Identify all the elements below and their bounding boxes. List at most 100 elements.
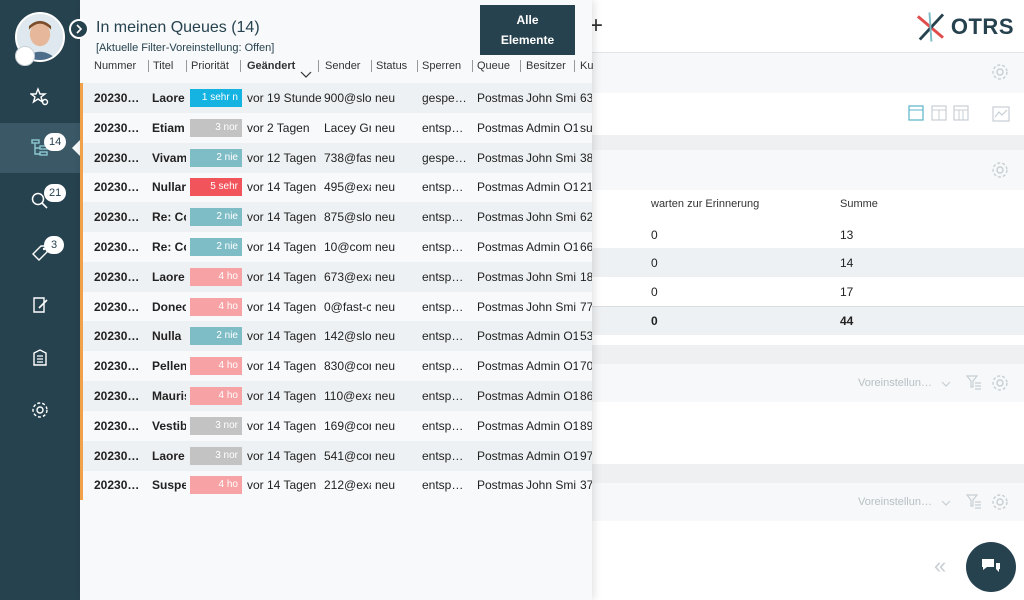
owner: Admin O1 [526,448,578,463]
widget-three-body [592,521,1024,600]
ticket-title: Vivam [152,150,186,165]
customer: 66 [580,240,592,254]
filter-icon[interactable] [965,374,983,392]
column-header[interactable]: Titel [153,60,173,72]
table-row[interactable]: 20230… Laore vor 19 Stunde 900@slo neu gespe…… [80,83,592,113]
collapse-panel-button[interactable] [69,19,89,39]
sidebar-item-customers[interactable] [0,333,80,383]
table-row[interactable]: 20230… Etiam vor 2 Tagen Lacey Gr neu entsp… P… [80,112,592,143]
column-separator [417,60,418,72]
column-header[interactable]: Priorität [191,60,229,72]
stats-header-sum: Summe [840,198,878,210]
row-accent-stripe [80,321,83,352]
double-chevron-left-icon[interactable]: « [934,553,946,579]
table-row[interactable]: 20230… Suspe vor 14 Tagen 212@exa neu entsp… P… [80,470,592,501]
row-accent-stripe [80,291,83,322]
filter-preset-label: [Aktuelle Filter-Voreinstellung: Offen] [96,42,275,54]
table-row[interactable]: 20230… Laore vor 14 Tagen 673@exa neu entsp… P… [80,261,592,292]
widget-three-gear-icon[interactable] [991,493,1009,511]
layout-two-icon[interactable] [931,105,947,121]
column-header[interactable]: Geändert [247,60,295,72]
preset-dropdown-2[interactable]: Voreinstellun… [858,496,932,508]
search-count-badge: 21 [44,184,67,202]
lock-state: entsp… [422,448,464,463]
sidebar-item-admin[interactable] [0,385,80,435]
column-separator [520,60,521,72]
table-row[interactable]: 20230… Pellen vor 14 Tagen 830@cor neu entsp…… [80,351,592,382]
chart-icon[interactable] [992,106,1010,122]
stats-header-reminder: warten zur Erinnerung [651,198,760,210]
table-row[interactable]: 20230… Donec vor 14 Tagen 0@fast-c neu entsp…… [80,291,592,322]
sort-chevron-down-icon [298,65,312,83]
table-row[interactable]: 20230… Vivam vor 12 Tagen 738@fas neu gespe… P… [80,142,592,173]
sender: 495@exa [324,180,371,195]
owner: Admin O1 [526,389,578,403]
queue: Postmas [477,210,523,225]
column-header[interactable]: Status [376,60,407,72]
sidebar-item-favorites[interactable] [0,72,80,122]
filter-icon[interactable] [965,493,983,511]
settings-gear-icon[interactable] [991,63,1009,81]
customer: 70 [580,359,592,374]
row-accent-stripe [80,440,83,471]
owner: Admin O1 [526,240,578,254]
changed-time: vor 14 Tagen [247,359,317,374]
left-sidebar: 14 21 3 [0,0,80,600]
queue: Postmas [477,359,523,374]
layout-three-icon[interactable] [953,105,969,121]
queue-overlay-panel: In meinen Queues (14) [Aktuelle Filter-V… [80,0,593,600]
column-header[interactable]: Ku [580,60,593,72]
preset-dropdown-1[interactable]: Voreinstellun… [858,377,932,389]
column-header[interactable]: Queue [477,60,510,72]
layout-one-icon[interactable] [908,105,924,121]
active-caret [72,140,80,156]
lock-state: entsp… [422,240,464,254]
status: neu [375,120,396,135]
edit-note-icon [33,297,48,313]
logo-text: OTRS [950,14,1014,39]
chat-button[interactable] [966,542,1016,592]
table-row[interactable]: 20230… Laore vor 14 Tagen 541@cor neu entsp… P… [80,440,592,471]
changed-time: vor 19 Stunde [247,91,321,105]
queue: Postmas [477,269,523,284]
table-row[interactable]: 20230… Re: Co vor 14 Tagen 10@com neu entsp… P… [80,232,592,262]
sidebar-item-search[interactable]: 21 [0,176,80,226]
queue: Postmas [477,448,523,463]
sidebar-item-tags[interactable]: 3 [0,228,80,278]
status: neu [375,269,396,284]
sidebar-item-notes[interactable] [0,280,80,330]
ticket-number: 20230… [94,389,140,403]
column-header[interactable]: Sender [325,60,360,72]
queue: Postmas [477,389,523,403]
changed-time: vor 14 Tagen [247,299,317,314]
table-row[interactable]: 20230… Nullar vor 14 Tagen 495@exa neu entsp…… [80,172,592,203]
otrs-logo-icon [916,12,945,42]
column-separator [472,60,473,72]
stats-cell: 0 [651,256,658,270]
customer: su [580,120,592,135]
row-accent-stripe [80,351,83,382]
priority-badge: 3 nor [190,446,242,465]
table-row[interactable]: 20230… Nulla vor 14 Tagen 142@slo neu entsp… P… [80,321,592,352]
column-header[interactable]: Sperren [422,60,461,72]
row-accent-stripe [80,83,83,113]
table-row[interactable]: 20230… Vestib vor 14 Tagen 169@cor neu entsp…… [80,410,592,441]
priority-badge: 5 sehr [190,178,242,197]
changed-time: vor 14 Tagen [247,478,317,493]
table-row[interactable]: 20230… Mauris vor 14 Tagen 110@exa neu entsp…… [80,381,592,411]
column-header[interactable]: Nummer [94,60,136,72]
panel-title: In meinen Queues (14) [96,19,260,36]
widget-two-gear-icon[interactable] [991,374,1009,392]
table-row[interactable]: 20230… Re: Co vor 14 Tagen 875@slo neu entsp…… [80,202,592,233]
priority-badge: 1 sehr n [190,89,242,107]
customer: 89 [580,418,592,433]
all-elements-button[interactable]: Alle Elemente [480,5,575,55]
stats-gear-icon[interactable] [991,161,1009,179]
sidebar-item-queues[interactable]: 14 [0,123,80,173]
sender: 738@fas [324,150,371,165]
customer: 86 [580,389,592,403]
column-header[interactable]: Besitzer [526,60,566,72]
gear-icon [32,402,48,418]
star-search-icon [30,87,49,106]
ticket-number: 20230… [94,478,140,493]
